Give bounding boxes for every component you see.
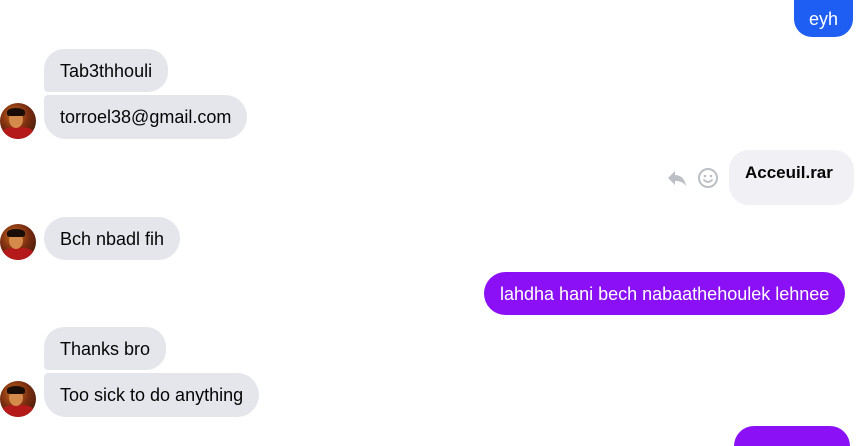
contact-avatar[interactable]	[0, 103, 36, 139]
file-name: Acceuil.rar	[745, 163, 833, 182]
message-bubble-outgoing-partial[interactable]	[734, 426, 850, 446]
contact-avatar[interactable]	[0, 381, 36, 417]
message-bubble-outgoing[interactable]: eyh	[794, 0, 854, 37]
react-button[interactable]	[696, 166, 720, 190]
contact-avatar[interactable]	[0, 224, 36, 260]
message-bubble-incoming[interactable]: Too sick to do anything	[44, 373, 260, 417]
message-bubble-incoming[interactable]: torroel38@gmail.com	[44, 95, 248, 139]
message-bubble-incoming[interactable]: Bch nbadl fih	[44, 217, 181, 260]
message-bubble-incoming[interactable]: Thanks bro	[44, 327, 167, 370]
reply-arrow-icon	[668, 171, 686, 186]
smiley-icon	[698, 168, 718, 188]
message-bubble-incoming[interactable]: Tab3thhouli	[44, 49, 169, 92]
reply-button[interactable]	[665, 166, 689, 190]
file-attachment-bubble[interactable]: Acceuil.rar	[729, 150, 854, 205]
message-bubble-outgoing[interactable]: lahdha hani bech nabaathehoulek lehnee	[484, 272, 846, 315]
